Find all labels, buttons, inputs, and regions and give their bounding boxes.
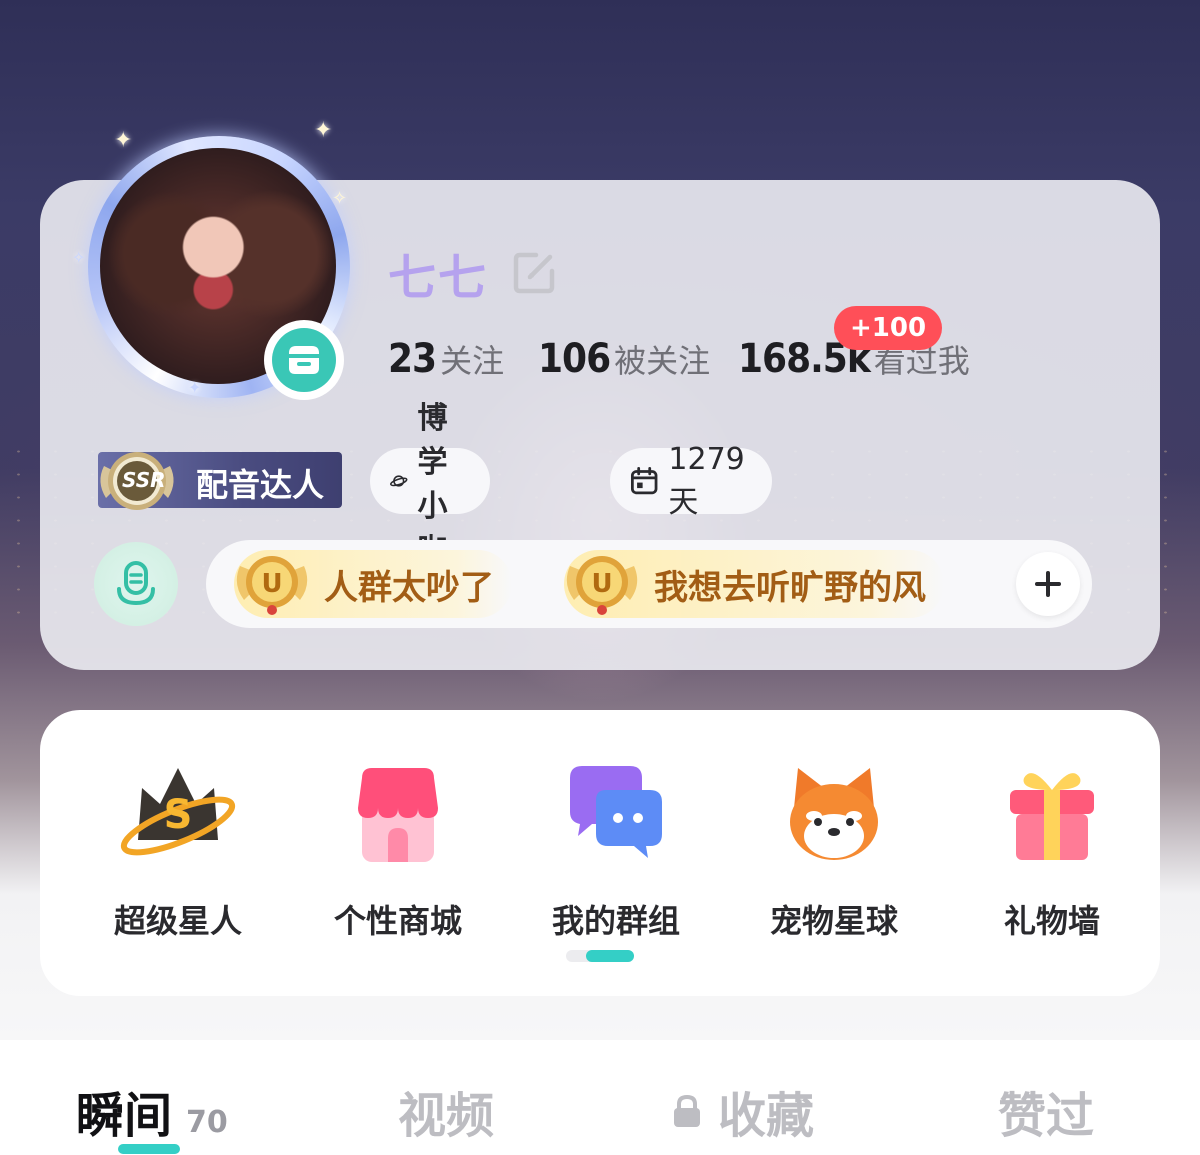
medal-bar: U 人群太吵了 U 我想去听旷野的风 (206, 540, 1092, 628)
pet-icon (784, 764, 884, 864)
username: 七七 (388, 250, 489, 306)
ssr-title-tag[interactable]: SSR 配音达人 (98, 452, 342, 510)
crown-icon: S (120, 764, 236, 864)
tab-label: 瞬间 (76, 1088, 173, 1144)
content-tabs: 瞬间 70 视频 收藏 赞过 (0, 1040, 1200, 1155)
tab-label: 收藏 (718, 1088, 815, 1144)
tab-count: 70 (186, 1105, 228, 1140)
sparkle-icon: ✧ (72, 248, 86, 267)
feature-card: S 超级星人 个性商城 我的群组 宠物星球 礼物墙 (40, 710, 1160, 996)
planet-icon (390, 475, 408, 487)
chat-group-icon (566, 764, 666, 864)
tab-moments[interactable]: 瞬间 70 (76, 1076, 228, 1146)
sparkle-icon: ✦ (114, 128, 133, 153)
plus-icon (1035, 571, 1061, 597)
medal-icon: U (236, 556, 308, 615)
ssr-badge-text: SSR (122, 468, 166, 492)
svg-text:S: S (164, 792, 193, 838)
medal-item[interactable]: U 人群太吵了 (234, 550, 512, 618)
stat-label: 关注 (440, 342, 505, 380)
sparkle-icon: ✦ (314, 118, 333, 143)
add-medal-button[interactable] (1016, 552, 1080, 616)
medal-item[interactable]: U 我想去听旷野的风 (564, 550, 944, 618)
pager-thumb (586, 950, 634, 962)
feature-label: 超级星人 (113, 902, 242, 940)
sparkle-icon: ✦ (188, 378, 202, 397)
stat-followers[interactable]: 106 被关注 (538, 336, 710, 382)
svg-text:U: U (591, 569, 612, 599)
chip-scholar[interactable]: 博学小咖 (370, 401, 490, 568)
medal-icon: U (566, 556, 638, 615)
feature-label: 宠物星球 (769, 902, 898, 940)
calendar-icon (630, 466, 658, 495)
feature-pager (566, 950, 634, 962)
feature-label: 礼物墙 (1003, 902, 1100, 940)
feature-label: 我的群组 (551, 902, 680, 940)
chip-label: 1279天 (668, 441, 745, 520)
tab-liked[interactable]: 赞过 (998, 1076, 1094, 1146)
chip-days[interactable]: 1279天 (610, 442, 773, 520)
avatar[interactable]: ✦ ✦ ✧ ✧ ✦ (72, 118, 358, 408)
feature-groups[interactable]: 我的群组 (536, 764, 696, 942)
active-tab-indicator (118, 1144, 180, 1154)
medal-label: 我想去听旷野的风 (654, 567, 926, 608)
avatar-badge[interactable] (264, 320, 344, 400)
ssr-title-label: 配音达人 (196, 466, 325, 504)
lock-icon (674, 1094, 700, 1127)
stat-value: 106 (538, 336, 611, 382)
feature-pet-planet[interactable]: 宠物星球 (754, 764, 914, 942)
voice-mic-button[interactable] (94, 542, 178, 626)
store-badge-icon (272, 328, 336, 392)
microphone-icon (117, 561, 155, 606)
svg-text:U: U (261, 569, 282, 599)
tab-videos[interactable]: 视频 (398, 1076, 494, 1146)
tab-label: 视频 (398, 1088, 495, 1144)
stat-label: 被关注 (614, 342, 711, 380)
tab-favorites[interactable]: 收藏 (670, 1076, 814, 1146)
feature-gift-wall[interactable]: 礼物墙 (972, 764, 1132, 942)
sparkle-icon: ✧ (332, 188, 348, 209)
feature-label: 个性商城 (333, 902, 462, 940)
visitors-new-badge: +100 (834, 306, 943, 350)
edit-icon[interactable] (510, 249, 558, 297)
feature-shop[interactable]: 个性商城 (318, 764, 478, 942)
tab-label: 赞过 (998, 1088, 1095, 1144)
feature-super-star[interactable]: S 超级星人 (98, 764, 258, 942)
shop-icon (348, 764, 448, 864)
stat-following[interactable]: 23 关注 (388, 336, 504, 382)
stat-value: 23 (388, 336, 437, 382)
medal-label: 人群太吵了 (324, 567, 494, 608)
gift-icon (1002, 764, 1102, 864)
